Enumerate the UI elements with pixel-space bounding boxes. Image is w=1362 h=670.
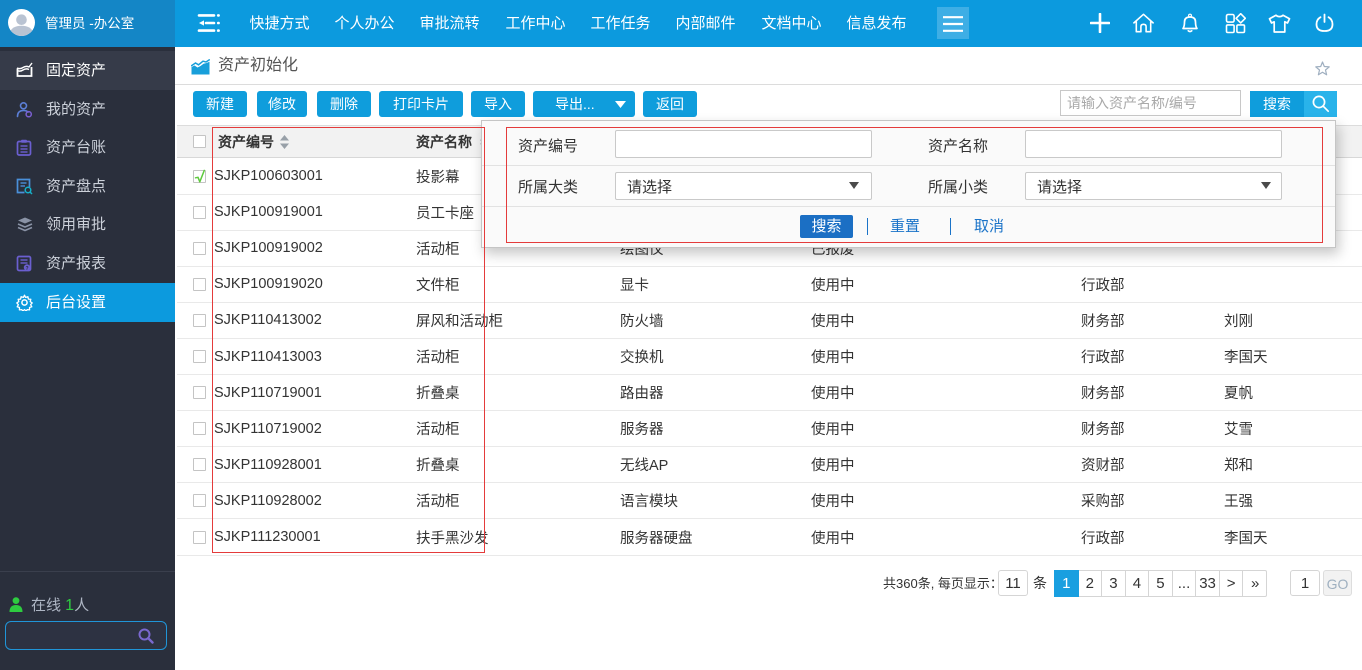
svg-text:?: ? bbox=[25, 266, 28, 272]
